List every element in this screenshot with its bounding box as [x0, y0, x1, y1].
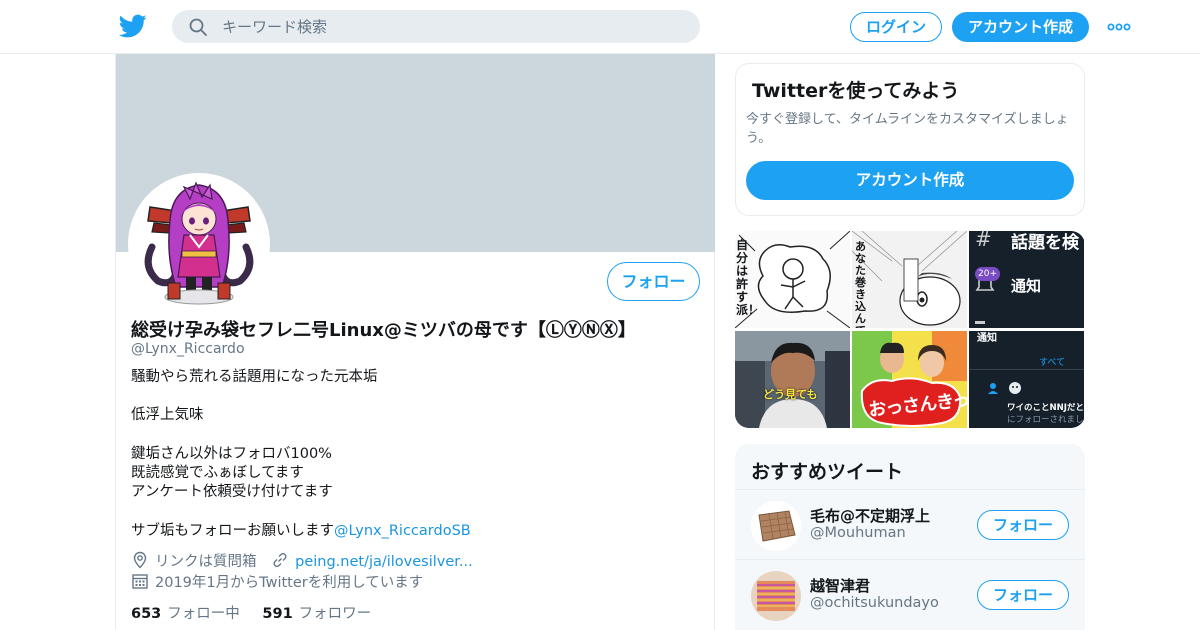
location-pin-icon [133, 551, 147, 569]
profile-bio: 騒動やら荒れる話題用になった元本垢 低浮上気味 鍵垢さん以外はフォロバ100% … [131, 368, 701, 541]
media-tile-6[interactable]: 通知 すべて ワイのことNNJだと思 にフォローされまし [969, 331, 1084, 428]
search-input[interactable] [222, 10, 682, 43]
recommendation-avatar[interactable] [751, 571, 801, 621]
tile4-caption: どう見ても [763, 388, 818, 401]
recommendation-follow-button[interactable]: フォロー [977, 580, 1069, 610]
signup-promo-card: Twitterを使ってみよう 今すぐ登録して、タイムラインをカスタマイズしましょ… [735, 63, 1085, 216]
recommendation-name[interactable]: 毛布@不定期浮上 [810, 505, 930, 526]
bio-line-with-mention: サブ垢もフォローお願いします@Lynx_RiccardoSB [131, 522, 701, 541]
recommendation-follow-button[interactable]: フォロー [977, 510, 1069, 540]
media-grid: 自分は許す派！ あなた巻き込んでるけど # 話題を検 20+ 通知 [735, 231, 1085, 428]
tile1-caption: 自分は許す派！ [736, 238, 761, 317]
recommendation-item[interactable]: 越智津君 @ochitsukundayo フォロー [735, 559, 1085, 629]
profile-avatar[interactable] [128, 173, 270, 315]
follow-button[interactable]: フォロー [607, 262, 700, 301]
bio-line: アンケート依頼受け付けてます [131, 484, 333, 501]
followers-label: フォロワー [298, 606, 372, 622]
profile-location-row: リンクは質問箱 peing.net/ja/ilovesilver... [131, 550, 473, 570]
promo-signup-button[interactable]: アカウント作成 [746, 161, 1074, 200]
tile6-tab: すべて [1039, 358, 1066, 368]
media-tile-2[interactable]: あなた巻き込んでるけど [852, 231, 967, 328]
following-count: 653 [131, 606, 162, 622]
profile-joined-date: 2019年1月からTwitterを利用しています [155, 575, 424, 591]
followers-count: 591 [262, 606, 293, 622]
bio-line: 既読感覚でふぁぼしてます [131, 464, 304, 481]
twitter-bird-logo[interactable] [119, 12, 147, 40]
login-button[interactable]: ログイン [850, 12, 942, 42]
following-stat[interactable]: 653 フォロー中 [131, 606, 240, 622]
bio-line: 騒動やら荒れる話題用になった元本垢 [131, 369, 378, 385]
bio-line: 低浮上気味 [131, 407, 204, 424]
profile-website-link[interactable]: peing.net/ja/ilovesilver... [295, 554, 473, 570]
more-options-icon[interactable] [1106, 18, 1132, 36]
recommendation-handle[interactable]: @Mouhuman [810, 525, 906, 541]
avatar-illustration [132, 177, 266, 311]
profile-column: フォロー 総受け孕み袋セフレ二号Linux@ミツバの母です【ⓁⓎⓃⓍ】 @Lyn… [115, 54, 715, 630]
tile3-label: 通知 [1011, 277, 1042, 295]
hash-icon: # [975, 231, 992, 251]
media-tile-4[interactable]: どう見ても [735, 331, 850, 428]
recommendation-item[interactable]: 毛布@不定期浮上 @Mouhuman フォロー [735, 489, 1085, 559]
calendar-icon [132, 574, 148, 589]
followers-stat[interactable]: 591 フォロワー [262, 606, 371, 622]
bio-mention-link[interactable]: @Lynx_RiccardoSB [334, 523, 471, 539]
tile3-caption: 話題を検 [1011, 233, 1079, 253]
tile6-line1: ワイのことNNJだと思 [1007, 403, 1084, 413]
signup-button[interactable]: アカウント作成 [952, 12, 1089, 42]
bio-line [131, 502, 701, 521]
profile-display-name: 総受け孕み袋セフレ二号Linux@ミツバの母です【ⓁⓎⓃⓍ】 [131, 320, 636, 341]
promo-description: 今すぐ登録して、タイムラインをカスタマイズしましょう。 [746, 112, 1069, 146]
media-tile-1[interactable]: 自分は許す派！ [735, 231, 850, 328]
recommendation-name[interactable]: 越智津君 [810, 575, 870, 596]
recommendation-avatar[interactable] [751, 501, 801, 551]
recommendation-handle[interactable]: @ochitsukundayo [810, 595, 939, 611]
profile-stats: 653 フォロー中 591 フォロワー [131, 602, 371, 623]
recommended-tweets-panel: おすすめツイート 毛布@不定期浮上 @Mouhuman フォロー 越智津君 @o… [735, 444, 1085, 630]
search-box[interactable] [172, 10, 700, 43]
top-navigation-bar: ログイン アカウント作成 [0, 0, 1200, 54]
profile-joined-row: 2019年1月からTwitterを利用しています [131, 571, 423, 591]
bio-line: 鍵垢さん以外はフォロバ100% [131, 445, 332, 462]
bio-line: サブ垢もフォローお願いします [131, 522, 334, 539]
media-tile-3[interactable]: # 話題を検 20+ 通知 [969, 231, 1084, 328]
profile-location: リンクは質問箱 [155, 554, 257, 570]
search-icon [189, 18, 207, 36]
tile6-line2: にフォローされまし [1007, 415, 1084, 425]
bio-line [131, 387, 701, 406]
follow-user-icons [988, 382, 1021, 394]
bio-line [131, 426, 701, 445]
notification-badge: 20+ [975, 267, 1000, 281]
tile6-header: 通知 [977, 333, 997, 344]
tile2-caption: あなた巻き込んでるけど [855, 240, 866, 329]
link-icon [273, 552, 287, 568]
profile-handle[interactable]: @Lynx_Riccardo [131, 341, 245, 357]
following-label: フォロー中 [167, 606, 240, 622]
media-tile-5[interactable]: おっさんきっしょ [852, 331, 967, 428]
promo-title: Twitterを使ってみよう [752, 80, 960, 102]
recommendations-title: おすすめツイート [751, 461, 904, 483]
